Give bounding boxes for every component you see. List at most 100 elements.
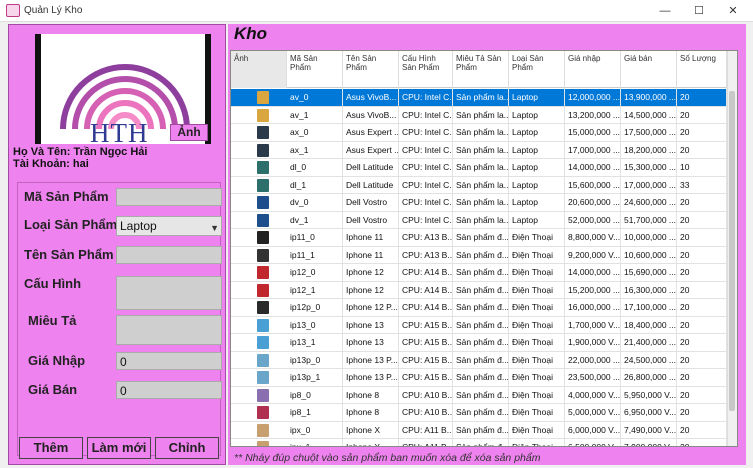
table-cell-code: dv_0 bbox=[287, 194, 343, 211]
table-cell-qty: 20 bbox=[677, 264, 727, 281]
column-header[interactable]: Cấu Hình Sản Phẩm bbox=[399, 51, 453, 88]
table-cell-qty: 20 bbox=[677, 299, 727, 316]
phone-thumbnail bbox=[257, 441, 269, 446]
table-cell-buy: 6,000,000 V... bbox=[565, 421, 621, 439]
table-cell-desc: Sản phẩm la... bbox=[453, 141, 509, 159]
table-cell-buy: 6,500,000 V... bbox=[565, 439, 621, 446]
scrollbar-thumb[interactable] bbox=[729, 91, 735, 411]
buy-price-input[interactable]: 0 bbox=[116, 352, 222, 370]
table-row[interactable]: ax_1 Asus Expert ... CPU: Intel C... Sản ph… bbox=[231, 141, 737, 159]
table-row[interactable]: ip13_1 Iphone 13 CPU: A15 B... Sản phẩm đ..… bbox=[231, 334, 737, 352]
table-row[interactable]: ip12_1 Iphone 12 CPU: A14 B... Sản phẩm đ..… bbox=[231, 281, 737, 299]
product-type-select[interactable]: Laptop ▼ bbox=[116, 216, 222, 236]
laptop-thumbnail bbox=[257, 143, 269, 157]
table-cell-desc: Sản phẩm đ... bbox=[453, 316, 509, 334]
table-cell-type: Điện Thoại bbox=[509, 439, 565, 446]
maximize-button[interactable]: ☐ bbox=[684, 2, 714, 20]
phone-thumbnail bbox=[257, 318, 269, 332]
table-row[interactable]: dv_1 Dell Vostro CPU: Intel C... Sản phẩm l… bbox=[231, 211, 737, 229]
table-row[interactable]: av_0 Asus VivoB... CPU: Intel C... Sản phẩm… bbox=[231, 89, 737, 107]
edit-button[interactable]: Chỉnh bbox=[155, 437, 219, 459]
table-row[interactable]: ip11_0 Iphone 11 CPU: A13 B... Sản phẩm đ..… bbox=[231, 229, 737, 247]
table-cell-type: Laptop bbox=[509, 124, 565, 141]
column-header[interactable]: Miêu Tả Sản Phẩm bbox=[453, 51, 509, 88]
column-header[interactable]: Ảnh bbox=[231, 51, 287, 88]
table-cell-sell: 17,000,000 ... bbox=[621, 176, 677, 194]
table-cell-buy: 23,500,000 ... bbox=[565, 369, 621, 386]
table-row[interactable]: ipx_1 Iphone X CPU: A11 B... Sản phẩm đ... Đ… bbox=[231, 439, 737, 446]
description-input[interactable] bbox=[116, 315, 222, 345]
column-header[interactable]: Tên Sản Phẩm bbox=[343, 51, 399, 88]
table-row[interactable]: ip11_1 Iphone 11 CPU: A13 B... Sản phẩm đ..… bbox=[231, 246, 737, 264]
product-name-input[interactable] bbox=[116, 246, 222, 264]
table-cell-name: Iphone 13 P... bbox=[343, 369, 399, 386]
table-row[interactable]: dl_0 Dell Latitude CPU: Intel C... Sản phẩm… bbox=[231, 159, 737, 177]
table-row[interactable]: ip12_0 Iphone 12 CPU: A14 B... Sản phẩm đ..… bbox=[231, 264, 737, 282]
sell-price-input[interactable]: 0 bbox=[116, 381, 222, 399]
table-cell-sell: 7,490,000 V... bbox=[621, 421, 677, 439]
product-code-input[interactable] bbox=[116, 188, 222, 206]
table-cell-buy: 1,900,000 V... bbox=[565, 334, 621, 351]
table-row[interactable]: ip13p_0 Iphone 13 P... CPU: A15 B... Sản ph… bbox=[231, 351, 737, 369]
table-row[interactable]: ipx_0 Iphone X CPU: A11 B... Sản phẩm đ... Đ… bbox=[231, 421, 737, 439]
table-cell-qty: 20 bbox=[677, 334, 727, 351]
table-cell-qty: 20 bbox=[677, 229, 727, 246]
product-table[interactable]: Ảnh Mã Sản Phẩm Tên Sản Phẩm Cấu Hình Sản P… bbox=[230, 50, 738, 447]
logo-text: HTH bbox=[90, 118, 149, 144]
table-cell-type: Điện Thoại bbox=[509, 281, 565, 299]
column-header[interactable]: Số Lượng bbox=[677, 51, 727, 88]
table-cell-qty: 20 bbox=[677, 106, 727, 124]
table-row[interactable]: ip13p_1 Iphone 13 P... CPU: A15 B... Sản ph… bbox=[231, 369, 737, 387]
phone-thumbnail bbox=[257, 301, 269, 314]
table-row[interactable]: ip12p_0 Iphone 12 P... CPU: A14 B... Sản ph… bbox=[231, 299, 737, 317]
table-cell-sell: 15,690,000 ... bbox=[621, 264, 677, 281]
table-cell-name: Asus VivoB... bbox=[343, 106, 399, 124]
table-cell-type: Điện Thoại bbox=[509, 229, 565, 246]
close-button[interactable]: ✕ bbox=[718, 2, 748, 20]
column-header[interactable]: Mã Sản Phẩm bbox=[287, 51, 343, 88]
full-name: Họ Và Tên: Trần Ngọc Hải bbox=[13, 146, 147, 158]
table-cell-qty: 20 bbox=[677, 141, 727, 159]
table-row[interactable]: dv_0 Dell Vostro CPU: Intel C... Sản phẩm l… bbox=[231, 194, 737, 212]
table-cell-buy: 14,000,000 ... bbox=[565, 264, 621, 281]
phone-thumbnail bbox=[257, 266, 269, 279]
table-cell-desc: Sản phẩm đ... bbox=[453, 281, 509, 299]
table-cell-type: Laptop bbox=[509, 211, 565, 229]
left-panel: HTH Ảnh Họ Và Tên: Trần Ngọc Hải Tài Kho… bbox=[8, 24, 226, 465]
refresh-button[interactable]: Làm mới bbox=[87, 437, 151, 459]
table-cell-config: CPU: A10 B... bbox=[399, 404, 453, 421]
table-cell-type: Điện Thoại bbox=[509, 334, 565, 351]
table-cell-buy: 15,200,000 ... bbox=[565, 281, 621, 299]
column-header[interactable]: Loại Sản Phẩm bbox=[509, 51, 565, 88]
phone-thumbnail bbox=[257, 231, 269, 244]
table-cell-name: Iphone 13 bbox=[343, 316, 399, 334]
add-button[interactable]: Thêm bbox=[19, 437, 83, 459]
table-row[interactable]: av_1 Asus VivoB... CPU: Intel C... Sản phẩm… bbox=[231, 106, 737, 124]
column-header[interactable]: Giá nhập bbox=[565, 51, 621, 88]
table-cell-type: Laptop bbox=[509, 194, 565, 211]
minimize-button[interactable]: — bbox=[650, 2, 680, 20]
table-cell-name: Dell Vostro bbox=[343, 194, 399, 211]
laptop-thumbnail bbox=[257, 108, 269, 122]
table-cell-config: CPU: A10 B... bbox=[399, 386, 453, 404]
table-cell-desc: Sản phẩm đ... bbox=[453, 439, 509, 446]
table-row[interactable]: ip8_1 Iphone 8 CPU: A10 B... Sản phẩm đ... Đ… bbox=[231, 404, 737, 422]
table-cell-config: CPU: A15 B... bbox=[399, 369, 453, 386]
warehouse-panel: Kho Ảnh Mã Sản Phẩm Tên Sản Phẩm Cấu Hình S… bbox=[228, 24, 746, 465]
table-cell-sell: 5,950,000 V... bbox=[621, 386, 677, 404]
table-row[interactable]: ip13_0 Iphone 13 CPU: A15 B... Sản phẩm đ..… bbox=[231, 316, 737, 334]
maximize-icon: ☐ bbox=[694, 5, 704, 17]
table-cell-name: Iphone 13 P... bbox=[343, 351, 399, 369]
photo-button[interactable]: Ảnh bbox=[170, 124, 208, 141]
vertical-scrollbar[interactable] bbox=[727, 51, 737, 446]
table-cell-config: CPU: A11 B... bbox=[399, 439, 453, 446]
table-row[interactable]: ax_0 Asus Expert ... CPU: Intel C... Sản ph… bbox=[231, 124, 737, 142]
table-cell-config: CPU: Intel C... bbox=[399, 124, 453, 141]
app-icon bbox=[6, 4, 20, 17]
table-header: Ảnh Mã Sản Phẩm Tên Sản Phẩm Cấu Hình Sản P… bbox=[231, 51, 737, 88]
close-icon: ✕ bbox=[728, 5, 738, 17]
table-row[interactable]: ip8_0 Iphone 8 CPU: A10 B... Sản phẩm đ... Đ… bbox=[231, 386, 737, 404]
config-input[interactable] bbox=[116, 276, 222, 310]
column-header[interactable]: Giá bán bbox=[621, 51, 677, 88]
table-row[interactable]: dl_1 Dell Latitude CPU: Intel C... Sản phẩm… bbox=[231, 176, 737, 194]
